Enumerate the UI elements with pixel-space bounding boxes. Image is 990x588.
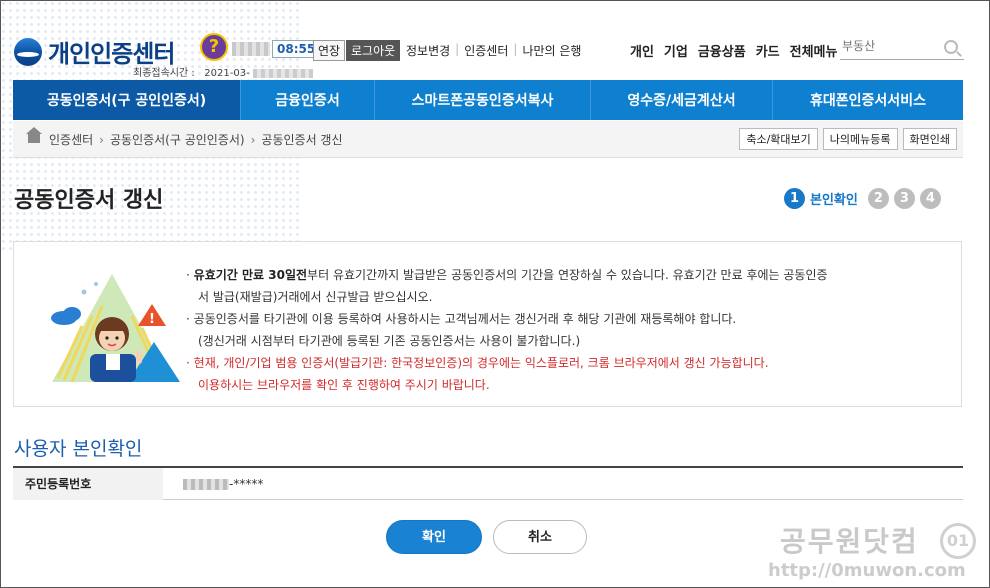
watermark-url: http://0muwon.com (768, 560, 966, 581)
tab-financial-certificate[interactable]: 금융인증서 (241, 80, 375, 120)
logout-button[interactable]: 로그아웃 (346, 40, 401, 61)
separator: | (513, 42, 518, 56)
breadcrumb-current: 공동인증서 갱신 (261, 133, 343, 147)
notice-item-2-cont: (갱신거래 시점부터 타기관에 등록된 기존 공동인증서는 사용이 불가합니다.… (198, 334, 581, 348)
last-login-info: 최종접속시간 : 2021-03- (133, 64, 313, 79)
zoom-button[interactable]: 축소/확대보기 (739, 128, 818, 150)
chevron-right-icon: › (250, 133, 256, 147)
resident-number-label: 주민등록번호 (13, 468, 163, 500)
help-icon[interactable]: ? (200, 33, 228, 61)
notice-text-line: 공동인증서를 타기관에 이용 등록하여 사용하시는 고객님께서는 갱신거래 후 … (193, 312, 737, 326)
print-button[interactable]: 화면인쇄 (902, 128, 957, 150)
separator: | (455, 42, 460, 56)
current-step-label: 본인확인 (810, 193, 858, 208)
gnb-products[interactable]: 금융상품 (698, 41, 746, 60)
breadcrumb-item[interactable]: 인증센터 (49, 133, 93, 147)
extend-session-button[interactable]: 연장 (313, 40, 346, 61)
notice-text-line: 부터 유효기간까지 발급받은 공동인증서의 기간을 연장하실 수 있습니다. 유… (307, 268, 828, 282)
last-login-value: 2021-03- (204, 68, 250, 79)
notice-item-2: · 공동인증서를 타기관에 이용 등록하여 사용하시는 고객님께서는 갱신거래 … (186, 308, 951, 330)
last-login-label: 최종접속시간 : (133, 68, 195, 79)
step-indicator: 1 본인확인 2 3 4 (784, 188, 946, 209)
search-box (840, 35, 964, 60)
notice-warning-line: 현재, 개인/기업 범용 인증서(발급기관: 한국정보인증)의 경우에는 익스플… (193, 356, 769, 370)
agent-illustration-icon: ! (51, 274, 180, 383)
global-nav: 개인 기업 금융상품 카드 전체메뉴 (630, 41, 837, 60)
link-cert-center[interactable]: 인증센터 (464, 42, 508, 59)
search-icon[interactable] (944, 40, 958, 54)
main-nav: 공동인증서(구 공인인증서) 금융인증서 스마트폰공동인증서복사 영수증/세금계… (13, 80, 963, 120)
page-tools: 축소/확대보기 나의메뉴등록 화면인쇄 (739, 128, 957, 150)
bullet: · (186, 312, 190, 326)
breadcrumb-item[interactable]: 공동인증서(구 공인인증서) (110, 133, 245, 147)
tab-receipt-tax[interactable]: 영수증/세금계산서 (591, 80, 773, 120)
watermark-text: 공무원닷컴 (780, 525, 919, 558)
masked-user-name (232, 42, 270, 56)
gnb-card[interactable]: 카드 (756, 41, 780, 60)
notice-item-1: · 유효기간 만료 30일전부터 유효기간까지 발급받은 공동인증서의 기간을 … (186, 264, 951, 286)
confirm-button[interactable]: 확인 (386, 520, 482, 554)
notice-box: ! · 유효기간 만료 30일전부터 유효기간까지 발급받은 공동인증서의 기간… (13, 241, 962, 407)
chevron-right-icon: › (99, 133, 104, 147)
tab-smartphone-copy[interactable]: 스마트폰공동인증서복사 (375, 80, 591, 120)
resident-number-suffix: -***** (229, 477, 264, 491)
notice-highlight: 유효기간 만료 30일전 (193, 268, 308, 282)
step-1: 1 (784, 188, 805, 209)
step-4: 4 (919, 188, 941, 209)
bullet: · (186, 356, 190, 370)
home-icon[interactable] (26, 127, 42, 143)
section-title: 사용자 본인확인 (14, 438, 143, 460)
tab-mobile-certificate[interactable]: 휴대폰인증서서비스 (773, 80, 963, 120)
masked-login-time (252, 68, 313, 78)
watermark-badge-icon: 01 (940, 523, 976, 559)
step-3: 3 (893, 188, 915, 209)
top-utility-links: 정보변경 | 인증센터 | 나만의 은행 (406, 42, 581, 59)
tab-joint-certificate[interactable]: 공동인증서(구 공인인증서) (13, 80, 241, 120)
notice-text: · 유효기간 만료 30일전부터 유효기간까지 발급받은 공동인증서의 기간을 … (186, 264, 951, 396)
add-my-menu-button[interactable]: 나의메뉴등록 (822, 128, 898, 150)
gnb-business[interactable]: 기업 (664, 41, 688, 60)
cancel-button[interactable]: 취소 (493, 520, 587, 554)
resident-number-row: 주민등록번호 -***** (13, 466, 963, 500)
notice-item-3: · 현재, 개인/기업 범용 인증서(발급기관: 한국정보인증)의 경우에는 익… (186, 352, 951, 374)
search-input[interactable] (840, 38, 940, 54)
step-2: 2 (867, 188, 889, 209)
link-edit-info[interactable]: 정보변경 (406, 42, 450, 59)
notice-item-1-cont: 서 발급(재발급)거래에서 신규발급 받으십시오. (198, 290, 433, 304)
svg-text:!: ! (149, 312, 155, 327)
masked-resident-number (183, 479, 229, 490)
breadcrumb: 인증센터 › 공동인증서(구 공인인증서) › 공동인증서 갱신 축소/확대보기 나의메… (13, 121, 963, 158)
gnb-all-menu[interactable]: 전체메뉴 (790, 41, 838, 60)
notice-item-3-cont: 이용하시는 브라우저를 확인 후 진행하여 주시기 바랍니다. (198, 378, 490, 392)
resident-number-value: -***** (183, 477, 263, 491)
logo-emblem-icon (14, 37, 42, 66)
breadcrumb-trail: 인증센터 › 공동인증서(구 공인인증서) › 공동인증서 갱신 (49, 131, 343, 148)
gnb-personal[interactable]: 개인 (630, 41, 654, 60)
bullet: · (186, 268, 190, 282)
page-title: 공동인증서 갱신 (14, 188, 164, 213)
link-my-bank[interactable]: 나만의 은행 (522, 42, 581, 59)
